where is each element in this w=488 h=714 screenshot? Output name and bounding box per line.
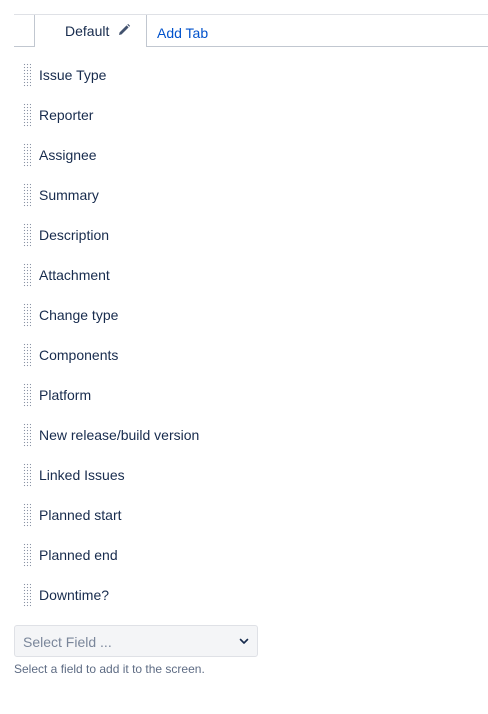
drag-handle-icon[interactable] xyxy=(23,223,31,247)
field-row[interactable]: Summary xyxy=(0,175,488,215)
drag-handle-icon[interactable] xyxy=(23,343,31,367)
drag-handle-icon[interactable] xyxy=(23,383,31,407)
field-label: New release/build version xyxy=(39,427,200,443)
drag-handle-icon[interactable] xyxy=(23,63,31,87)
field-label: Platform xyxy=(39,387,92,403)
field-label: Assignee xyxy=(39,147,97,163)
field-label: Planned end xyxy=(39,547,118,563)
tab-default[interactable]: Default xyxy=(34,15,147,47)
field-label: Summary xyxy=(39,187,99,203)
screen-tabs: Default Add Tab xyxy=(14,15,488,47)
field-row[interactable]: Reporter xyxy=(0,95,488,135)
field-row[interactable]: Downtime? xyxy=(0,575,488,615)
field-label: Components xyxy=(39,347,119,363)
field-label: Attachment xyxy=(39,267,110,283)
field-row[interactable]: Attachment xyxy=(0,255,488,295)
drag-handle-icon[interactable] xyxy=(23,583,31,607)
field-label: Change type xyxy=(39,307,119,323)
tab-default-label: Default xyxy=(65,23,110,39)
field-row[interactable]: Platform xyxy=(0,375,488,415)
chevron-down-icon xyxy=(239,638,249,644)
drag-handle-icon[interactable] xyxy=(23,103,31,127)
field-label: Linked Issues xyxy=(39,467,125,483)
field-row[interactable]: Description xyxy=(0,215,488,255)
field-label: Issue Type xyxy=(39,67,107,83)
select-field-placeholder: Select Field ... xyxy=(23,634,112,650)
drag-handle-icon[interactable] xyxy=(23,143,31,167)
drag-handle-icon[interactable] xyxy=(23,263,31,287)
drag-handle-icon[interactable] xyxy=(23,423,31,447)
field-label: Description xyxy=(39,227,110,243)
select-field-dropdown[interactable]: Select Field ... xyxy=(14,625,258,657)
field-row[interactable]: Planned start xyxy=(0,495,488,535)
drag-handle-icon[interactable] xyxy=(23,543,31,567)
field-row[interactable]: New release/build version xyxy=(0,415,488,455)
drag-handle-icon[interactable] xyxy=(23,463,31,487)
field-row[interactable]: Planned end xyxy=(0,535,488,575)
field-label: Reporter xyxy=(39,107,94,123)
field-row[interactable]: Linked Issues xyxy=(0,455,488,495)
field-row[interactable]: Issue Type xyxy=(0,55,488,95)
field-row[interactable]: Components xyxy=(0,335,488,375)
field-label: Downtime? xyxy=(39,587,110,603)
pencil-icon[interactable] xyxy=(117,23,131,37)
screen-field-list: Issue Type Reporter Assignee Summary Descrip… xyxy=(0,55,488,615)
select-field-help-text: Select a field to add it to the screen. xyxy=(14,662,205,676)
add-tab-link[interactable]: Add Tab xyxy=(157,25,208,41)
drag-handle-icon[interactable] xyxy=(23,503,31,527)
field-row[interactable]: Change type xyxy=(0,295,488,335)
field-label: Planned start xyxy=(39,507,122,523)
drag-handle-icon[interactable] xyxy=(23,183,31,207)
field-row[interactable]: Assignee xyxy=(0,135,488,175)
drag-handle-icon[interactable] xyxy=(23,303,31,327)
